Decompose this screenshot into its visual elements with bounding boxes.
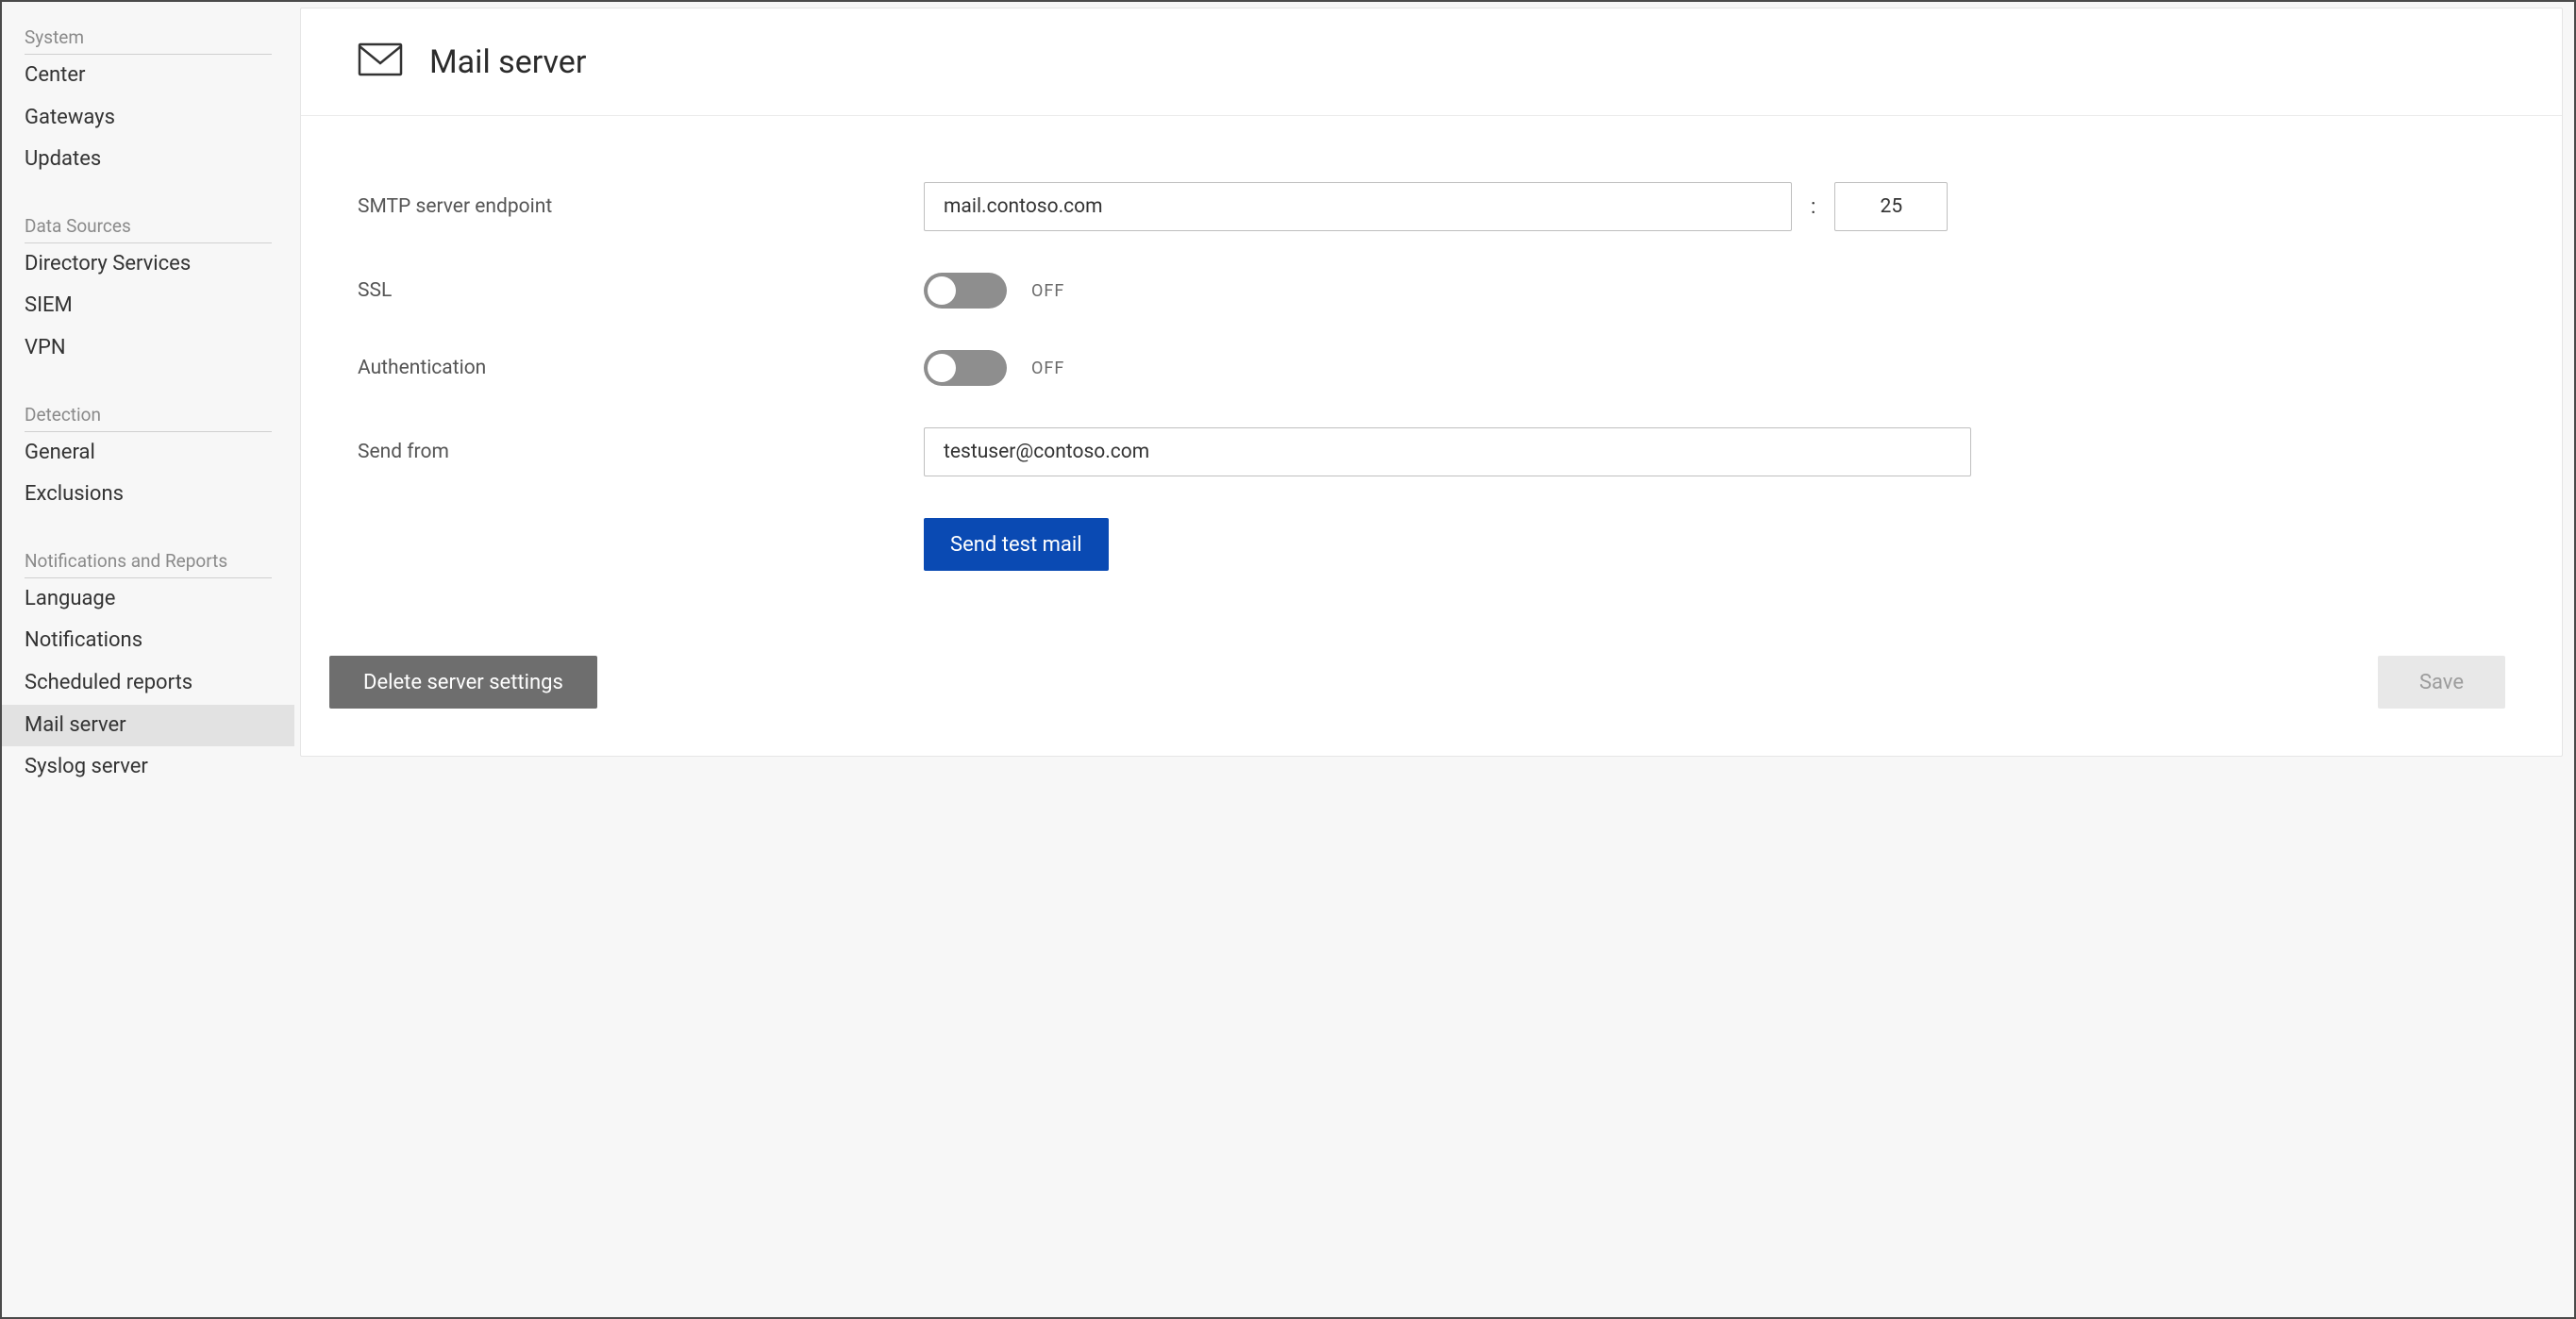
ssl-toggle-state: OFF <box>1031 281 1064 301</box>
mail-server-panel: Mail server SMTP server endpoint : SSL <box>300 8 2563 757</box>
sidebar-item-updates[interactable]: Updates <box>25 139 272 181</box>
sidebar-item-syslog-server[interactable]: Syslog server <box>25 746 272 789</box>
sidebar-item-notifications[interactable]: Notifications <box>25 620 272 662</box>
test-mail-row: Send test mail <box>924 518 2505 571</box>
row-smtp-endpoint: SMTP server endpoint : <box>358 182 2505 231</box>
row-send-from: Send from <box>358 427 2505 476</box>
sidebar-section-system: System <box>25 17 272 55</box>
sidebar-section-detection: Detection <box>25 394 272 432</box>
sidebar-item-gateways[interactable]: Gateways <box>25 97 272 140</box>
label-smtp-endpoint: SMTP server endpoint <box>358 195 924 218</box>
sidebar-item-directory-services[interactable]: Directory Services <box>25 243 272 286</box>
panel-header: Mail server <box>301 8 2562 116</box>
sidebar: System Center Gateways Updates Data Sour… <box>2 2 294 1317</box>
sidebar-item-vpn[interactable]: VPN <box>25 327 272 370</box>
sidebar-section-notifications-reports: Notifications and Reports <box>25 541 272 578</box>
label-ssl: SSL <box>358 279 924 302</box>
sidebar-item-general[interactable]: General <box>25 432 272 475</box>
toggle-knob <box>928 276 956 305</box>
sidebar-item-center[interactable]: Center <box>25 55 272 97</box>
save-button[interactable]: Save <box>2378 656 2505 709</box>
sidebar-item-language[interactable]: Language <box>25 578 272 621</box>
label-authentication: Authentication <box>358 357 924 379</box>
sidebar-item-scheduled-reports[interactable]: Scheduled reports <box>25 662 272 705</box>
sidebar-item-exclusions[interactable]: Exclusions <box>25 474 272 516</box>
panel-body: SMTP server endpoint : SSL OFF <box>301 116 2562 656</box>
label-send-from: Send from <box>358 441 924 463</box>
ssl-toggle[interactable] <box>924 273 1007 309</box>
sidebar-item-siem[interactable]: SIEM <box>25 285 272 327</box>
delete-server-settings-button[interactable]: Delete server settings <box>329 656 597 709</box>
app-frame: System Center Gateways Updates Data Sour… <box>0 0 2576 1319</box>
panel-footer: Delete server settings Save <box>301 656 2562 756</box>
send-from-input[interactable] <box>924 427 1971 476</box>
send-test-mail-button[interactable]: Send test mail <box>924 518 1109 571</box>
sidebar-item-mail-server[interactable]: Mail server <box>2 705 294 747</box>
authentication-toggle[interactable] <box>924 350 1007 386</box>
sidebar-section-data-sources: Data Sources <box>25 206 272 243</box>
smtp-host-input[interactable] <box>924 182 1792 231</box>
row-authentication: Authentication OFF <box>358 350 2505 386</box>
authentication-toggle-state: OFF <box>1031 359 1064 378</box>
main-content: Mail server SMTP server endpoint : SSL <box>294 2 2574 1317</box>
row-ssl: SSL OFF <box>358 273 2505 309</box>
toggle-knob <box>928 354 956 382</box>
mail-icon <box>358 42 403 81</box>
colon-separator: : <box>1807 195 1819 219</box>
smtp-port-input[interactable] <box>1834 182 1948 231</box>
page-title: Mail server <box>429 43 586 81</box>
